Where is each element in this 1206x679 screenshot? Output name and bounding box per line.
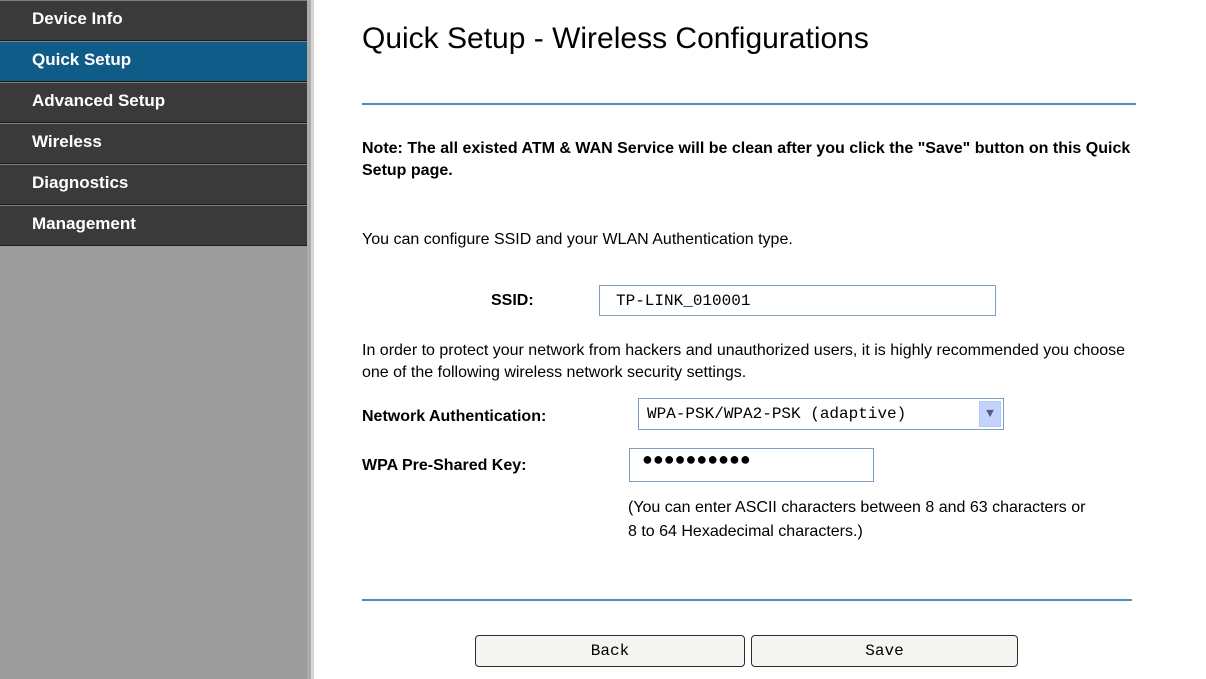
sidebar: Device Info Quick Setup Advanced Setup W…: [0, 0, 307, 679]
wpa-psk-masked-value: ●●●●●●●●●●: [642, 449, 751, 469]
intro-text: You can configure SSID and your WLAN Aut…: [362, 231, 793, 248]
wpa-psk-input[interactable]: ●●●●●●●●●●: [629, 448, 874, 482]
sidebar-item-device-info[interactable]: Device Info: [0, 0, 307, 41]
security-recommendation-text: In order to protect your network from ha…: [362, 342, 1126, 381]
chevron-down-icon[interactable]: ▼: [979, 401, 1001, 427]
ssid-label: SSID:: [491, 292, 534, 309]
top-divider: [362, 103, 1136, 105]
sidebar-divider-highlight: [311, 0, 314, 679]
wpa-psk-label: WPA Pre-Shared Key:: [362, 457, 527, 474]
network-authentication-value: WPA-PSK/WPA2-PSK (adaptive): [647, 405, 907, 423]
back-button[interactable]: Back: [475, 635, 745, 667]
sidebar-nav: Device Info Quick Setup Advanced Setup W…: [0, 0, 307, 246]
ssid-input[interactable]: [599, 285, 996, 316]
note-text: Note: The all existed ATM & WAN Service …: [362, 140, 1131, 179]
sidebar-item-diagnostics[interactable]: Diagnostics: [0, 164, 307, 205]
sidebar-item-management[interactable]: Management: [0, 205, 307, 246]
sidebar-item-wireless[interactable]: Wireless: [0, 123, 307, 164]
save-button[interactable]: Save: [751, 635, 1018, 667]
wpa-psk-hint: (You can enter ASCII characters between …: [628, 499, 1086, 540]
network-authentication-label: Network Authentication:: [362, 408, 547, 425]
page-title: Quick Setup - Wireless Configurations: [362, 22, 869, 55]
sidebar-item-advanced-setup[interactable]: Advanced Setup: [0, 82, 307, 123]
network-authentication-select[interactable]: WPA-PSK/WPA2-PSK (adaptive) ▼: [638, 398, 1004, 430]
sidebar-item-quick-setup[interactable]: Quick Setup: [0, 41, 307, 82]
bottom-divider: [362, 599, 1132, 601]
